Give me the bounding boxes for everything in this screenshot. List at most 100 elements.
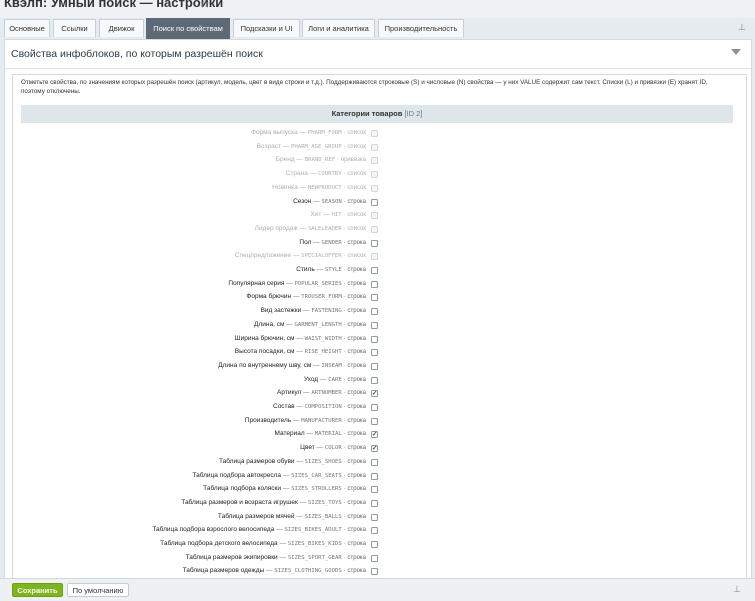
pin-icon[interactable]: ⊥ <box>738 22 746 33</box>
tab-engine[interactable]: Движок <box>99 19 144 37</box>
property-name: Таблица размеров одежды <box>182 567 265 575</box>
property-checkbox[interactable] <box>371 486 378 494</box>
property-type: строка <box>347 321 366 328</box>
property-checkbox[interactable] <box>371 554 378 562</box>
separator: — <box>281 471 292 479</box>
tab-performance[interactable]: Производительность <box>378 19 464 37</box>
property-code: SIZES_BIKES_ADULT <box>284 527 342 534</box>
property-checkbox[interactable] <box>371 321 378 329</box>
property-type: строка <box>347 486 366 493</box>
settings-panel: Свойства инфоблоков, по которым разрешён… <box>4 39 752 584</box>
section-title: Свойства инфоблоков, по которым разрешён… <box>11 48 263 60</box>
separator: — <box>281 485 292 493</box>
property-label: Длина по внутреннему шву, см — INSEAM · … <box>218 362 366 369</box>
separator: — <box>301 389 312 397</box>
property-row: Ширина брючин, см — WAIST_WIDTH · строка <box>13 333 746 347</box>
category-title: Категории товаров <box>331 109 403 118</box>
property-type: строка <box>347 239 366 246</box>
property-checkbox[interactable] <box>371 308 378 316</box>
property-checkbox[interactable] <box>371 499 378 507</box>
property-checkbox[interactable]: ✓ <box>371 431 378 439</box>
pin-icon[interactable]: ⊥ <box>733 584 741 595</box>
property-checkbox[interactable] <box>371 472 378 480</box>
property-type: строка <box>347 308 366 315</box>
separator: — <box>277 553 288 561</box>
separator: — <box>284 320 295 328</box>
property-code: SIZES_CLOTHING_GOODS <box>274 568 342 575</box>
property-checkbox[interactable] <box>371 239 378 247</box>
property-code: RISE_HEIGHT <box>304 349 342 356</box>
property-checkbox[interactable] <box>371 335 378 343</box>
tab-hints-ui[interactable]: Подсказки и UI <box>233 19 300 37</box>
separator: — <box>314 444 325 452</box>
property-label: Новинка — NEWPRODUCT · список <box>272 184 366 191</box>
star-icon[interactable]: ☆ <box>199 0 211 12</box>
separator: — <box>294 348 305 356</box>
property-label: Высота посадки, см — RISE_HEIGHT · строк… <box>235 348 366 355</box>
property-row: Вид застежки — FASTENING · строка <box>13 305 746 319</box>
property-checkbox[interactable] <box>371 404 378 411</box>
property-code: SEASON <box>321 198 342 205</box>
property-checkbox[interactable] <box>371 417 378 425</box>
property-row: Таблица подбора взрослого велосипеда — S… <box>13 524 746 538</box>
property-name: Высота посадки, см <box>234 348 295 356</box>
property-row: Пол — GENDER · строка <box>13 237 746 251</box>
property-checkbox[interactable] <box>371 527 378 535</box>
property-checkbox[interactable] <box>371 458 378 466</box>
tab-logs-analytics[interactable]: Логи и аналитика <box>302 19 375 37</box>
tab-links[interactable]: Ссылки <box>53 19 96 37</box>
property-type: строка <box>347 349 366 356</box>
property-name: Вид застежки <box>260 307 302 315</box>
property-type: строка <box>347 390 366 397</box>
property-checkbox[interactable] <box>371 267 378 274</box>
property-code: ARTNUMBER <box>311 390 342 397</box>
property-row: Таблица размеров экипировки — SIZES_SPOR… <box>13 552 746 566</box>
property-label: Лидер продаж — SALELEADER · список <box>255 225 366 232</box>
property-label: Цвет — COLOR · строка <box>300 444 366 451</box>
property-name: Лидер продаж <box>254 224 298 232</box>
property-label: Производитель — MANUFACTURER · строка <box>245 417 366 424</box>
property-code: MATERIAL <box>314 431 342 438</box>
property-checkbox[interactable] <box>371 376 378 384</box>
separator: — <box>297 129 308 136</box>
property-code: COLOR <box>324 445 342 452</box>
property-name: Новинка <box>272 183 298 191</box>
save-button[interactable]: Сохранить <box>12 583 63 597</box>
property-name: Бренд <box>275 156 295 164</box>
property-row: Высота посадки, см — RISE_HEIGHT · строк… <box>13 346 746 360</box>
property-row: Цвет — COLOR · строка ✓ <box>13 442 746 456</box>
property-checkbox <box>371 157 378 165</box>
property-type: строка <box>347 362 366 369</box>
property-checkbox[interactable] <box>371 541 378 548</box>
property-name: Форма выпуска <box>251 129 298 136</box>
property-checkbox[interactable]: ✓ <box>371 390 378 398</box>
page-title: Квэлп: Умный поиск — настройки <box>4 0 224 10</box>
property-checkbox[interactable] <box>371 568 378 576</box>
reset-default-button[interactable]: По умолчанию <box>67 583 129 597</box>
separator: — <box>294 512 305 520</box>
property-checkbox[interactable]: ✓ <box>371 445 378 453</box>
property-code: MANUFACTURER <box>301 417 342 424</box>
property-checkbox[interactable] <box>371 349 378 357</box>
property-checkbox[interactable] <box>371 362 378 370</box>
property-row: Хит — HIT · список <box>13 209 746 223</box>
property-row: Новинка — NEWPRODUCT · список <box>13 182 746 196</box>
property-row: Популярная серия — POPULAR_SERIES · стро… <box>13 278 746 292</box>
property-checkbox[interactable] <box>371 198 378 206</box>
property-code: SIZES_BIKES_KIDS <box>287 541 342 547</box>
property-row: Таблица размеров и возраста игрушек — SI… <box>13 497 746 511</box>
property-label: Форма брючин — TROUSER_FORM · строка <box>246 293 366 300</box>
property-label: Вид застежки — FASTENING · строка <box>261 307 366 314</box>
property-checkbox[interactable] <box>371 513 378 521</box>
property-label: Длина, см — GARMENT_LENGTH · строка <box>254 321 366 328</box>
separator: — <box>307 170 318 178</box>
section-header[interactable]: Свойства инфоблоков, по которым разрешён… <box>5 40 751 69</box>
property-checkbox[interactable] <box>371 280 378 288</box>
chevron-down-icon[interactable] <box>731 49 741 55</box>
separator: — <box>294 156 305 164</box>
property-code: PHARM_FORM <box>307 130 342 136</box>
property-checkbox <box>371 212 378 220</box>
tab-property-search[interactable]: Поиск по свойствам <box>146 18 230 39</box>
tab-main[interactable]: Основные <box>4 19 50 37</box>
property-checkbox[interactable] <box>371 294 378 302</box>
